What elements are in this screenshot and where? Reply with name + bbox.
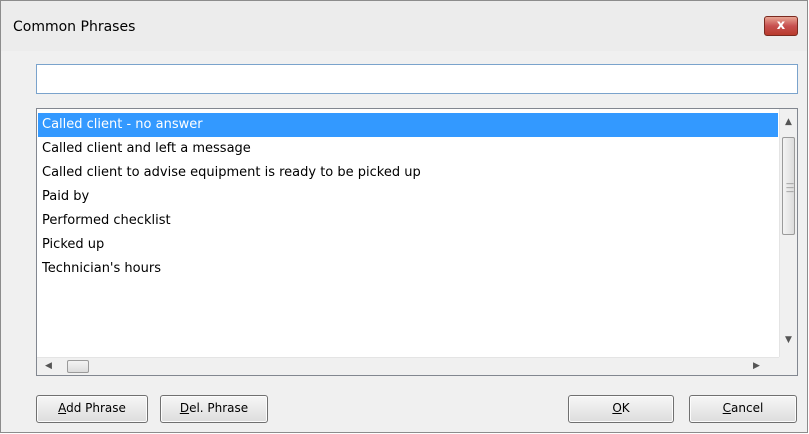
add-phrase-label: dd Phrase (66, 401, 126, 415)
add-phrase-accel: A (58, 401, 67, 415)
ok-label: K (621, 401, 630, 415)
vertical-scrollbar[interactable]: ▲ — — — ▼ (779, 109, 797, 357)
ok-button[interactable]: OK (568, 395, 674, 423)
phrases-listbox[interactable]: Called client - no answer Called client a… (36, 108, 798, 376)
cancel-button[interactable]: Cancel (689, 395, 797, 423)
title-bar: Common Phrases x (1, 1, 807, 51)
scroll-left-arrow-icon[interactable]: ◀ (45, 361, 52, 371)
cancel-accel: C (722, 401, 732, 415)
phrase-list-item[interactable]: Performed checklist (38, 209, 778, 233)
vertical-scroll-thumb[interactable]: — — — (782, 137, 795, 235)
scroll-right-arrow-icon[interactable]: ▶ (753, 361, 760, 371)
scroll-down-arrow-icon[interactable]: ▼ (785, 335, 792, 345)
del-phrase-label: el. Phrase (189, 401, 249, 415)
add-phrase-button[interactable]: Add Phrase (36, 395, 148, 423)
phrase-list-item[interactable]: Called client and left a message (38, 137, 778, 161)
phrase-list-item[interactable]: Called client - no answer (38, 113, 778, 137)
phrase-list-item[interactable]: Picked up (38, 233, 778, 257)
close-icon: x (776, 18, 786, 33)
del-phrase-button[interactable]: Del. Phrase (160, 395, 268, 423)
close-button[interactable]: x (764, 16, 798, 36)
scroll-up-arrow-icon[interactable]: ▲ (785, 117, 792, 127)
phrase-list-item[interactable]: Paid by (38, 185, 778, 209)
del-phrase-accel: D (179, 401, 190, 415)
horizontal-scroll-thumb[interactable] (67, 360, 89, 373)
grip-icon: — — — (786, 179, 794, 196)
phrase-list-item[interactable]: Technician's hours (38, 257, 778, 281)
cancel-label: ancel (731, 401, 764, 415)
phrase-list-item[interactable]: Called client to advise equipment is rea… (38, 161, 778, 185)
scrollbar-corner (779, 357, 797, 375)
horizontal-scrollbar[interactable]: ◀ ▶ (37, 357, 779, 375)
phrases-list: Called client - no answer Called client a… (38, 113, 778, 281)
common-phrases-dialog: Common Phrases x Called client - no answ… (0, 0, 808, 433)
ok-accel: O (612, 401, 622, 415)
phrase-input[interactable] (36, 64, 798, 94)
dialog-title: Common Phrases (13, 19, 136, 35)
